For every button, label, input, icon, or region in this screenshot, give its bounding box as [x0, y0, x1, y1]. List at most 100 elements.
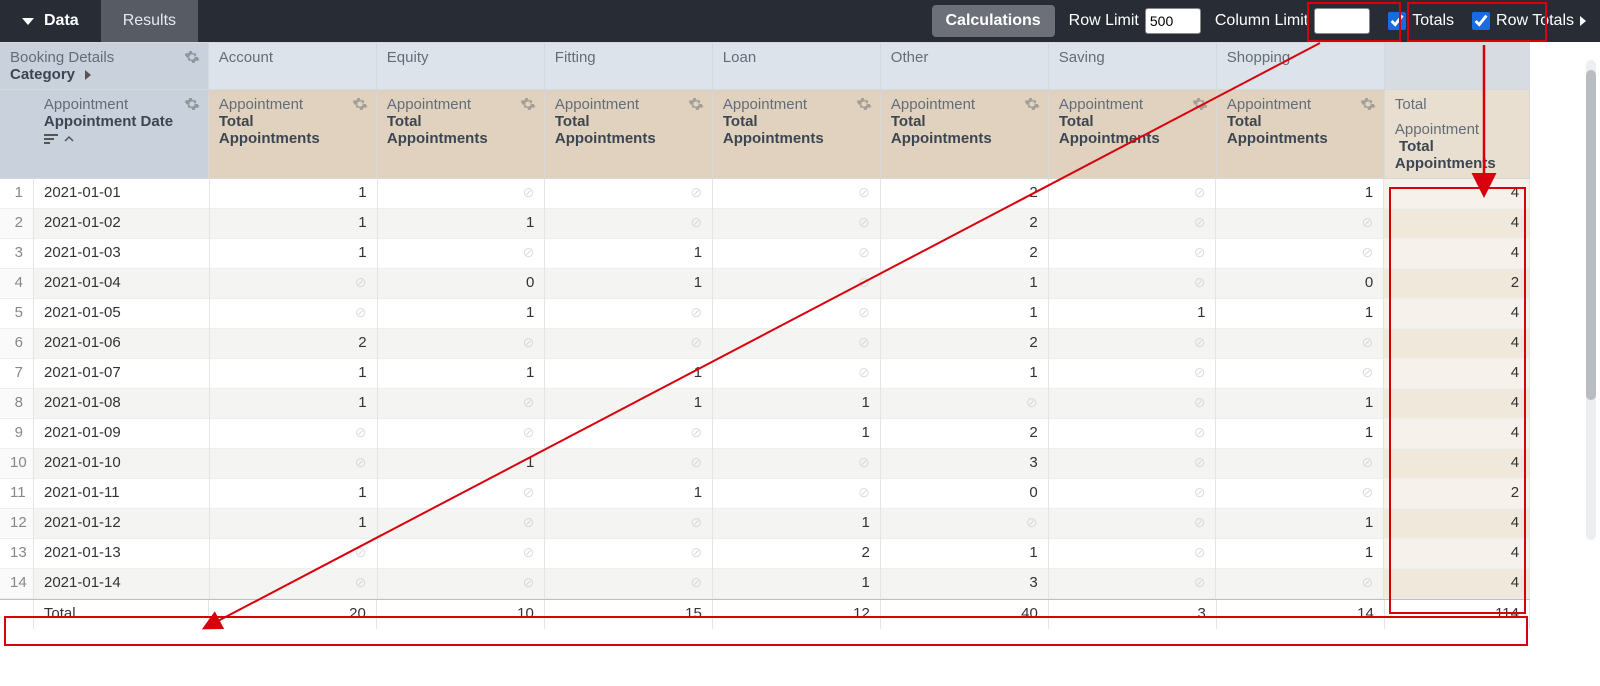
gear-icon[interactable]	[856, 96, 872, 112]
cell-null[interactable]: ⊘	[545, 569, 713, 599]
cell-null[interactable]: ⊘	[545, 299, 713, 329]
cell-null[interactable]: ⊘	[713, 269, 881, 299]
cell-date[interactable]: 2021-01-11	[34, 479, 210, 509]
cell-null[interactable]: ⊘	[713, 299, 881, 329]
cell-value[interactable]: 1	[1216, 179, 1384, 209]
cell-null[interactable]: ⊘	[210, 299, 378, 329]
cell-null[interactable]: ⊘	[1216, 479, 1384, 509]
totals-checkbox[interactable]	[1388, 12, 1406, 30]
cell-null[interactable]: ⊘	[378, 509, 546, 539]
cell-date[interactable]: 2021-01-08	[34, 389, 210, 419]
cell-value[interactable]: 1	[881, 269, 1049, 299]
dimension-group-header[interactable]: Booking Details Category	[0, 43, 209, 90]
cell-null[interactable]: ⊘	[713, 209, 881, 239]
cell-row-total[interactable]: 4	[1384, 179, 1530, 209]
cell-value[interactable]: 1	[210, 479, 378, 509]
cell-null[interactable]: ⊘	[378, 329, 546, 359]
cell-value[interactable]: 3	[881, 569, 1049, 599]
cell-null[interactable]: ⊘	[881, 389, 1049, 419]
cell-value[interactable]: 1	[210, 239, 378, 269]
cell-null[interactable]: ⊘	[210, 539, 378, 569]
gear-icon[interactable]	[1360, 96, 1376, 112]
gear-icon[interactable]	[184, 49, 200, 65]
cell-row-total[interactable]: 4	[1384, 569, 1530, 599]
cell-null[interactable]: ⊘	[1049, 389, 1217, 419]
gear-icon[interactable]	[688, 96, 704, 112]
cell-null[interactable]: ⊘	[545, 329, 713, 359]
cell-value[interactable]: 2	[881, 419, 1049, 449]
cell-value[interactable]: 1	[545, 239, 713, 269]
cell-null[interactable]: ⊘	[545, 539, 713, 569]
cell-null[interactable]: ⊘	[1216, 209, 1384, 239]
cell-row-total[interactable]: 4	[1384, 359, 1530, 389]
cell-value[interactable]: 0	[881, 479, 1049, 509]
cell-null[interactable]: ⊘	[210, 569, 378, 599]
cell-null[interactable]: ⊘	[378, 419, 546, 449]
cell-null[interactable]: ⊘	[378, 389, 546, 419]
measure-header[interactable]: AppointmentTotalAppointments	[545, 90, 713, 179]
cell-date[interactable]: 2021-01-10	[34, 449, 210, 479]
cell-value[interactable]: 0	[378, 269, 546, 299]
cell-null[interactable]: ⊘	[1049, 209, 1217, 239]
sort-indicator[interactable]	[44, 134, 198, 144]
cell-value[interactable]: 1	[881, 539, 1049, 569]
cell-null[interactable]: ⊘	[1049, 359, 1217, 389]
cell-date[interactable]: 2021-01-14	[34, 569, 210, 599]
cell-null[interactable]: ⊘	[1049, 509, 1217, 539]
cell-row-total[interactable]: 4	[1384, 329, 1530, 359]
cell-null[interactable]: ⊘	[1049, 269, 1217, 299]
cell-null[interactable]: ⊘	[713, 179, 881, 209]
cell-date[interactable]: 2021-01-05	[34, 299, 210, 329]
scrollbar-thumb[interactable]	[1586, 70, 1596, 400]
pivot-header-account[interactable]: Account	[209, 43, 377, 90]
cell-value[interactable]: 1	[1216, 389, 1384, 419]
cell-null[interactable]: ⊘	[1049, 329, 1217, 359]
cell-value[interactable]: 1	[210, 509, 378, 539]
cell-null[interactable]: ⊘	[545, 419, 713, 449]
measure-header[interactable]: AppointmentTotalAppointments	[881, 90, 1049, 179]
cell-value[interactable]: 1	[210, 209, 378, 239]
cell-null[interactable]: ⊘	[713, 239, 881, 269]
cell-null[interactable]: ⊘	[1049, 179, 1217, 209]
cell-value[interactable]: 1	[1049, 299, 1217, 329]
cell-null[interactable]: ⊘	[1216, 329, 1384, 359]
cell-null[interactable]: ⊘	[1216, 359, 1384, 389]
measure-header[interactable]: AppointmentTotalAppointments	[1217, 90, 1385, 179]
tab-results[interactable]: Results	[101, 0, 198, 42]
gear-icon[interactable]	[184, 96, 200, 112]
cell-row-total[interactable]: 4	[1384, 299, 1530, 329]
cell-date[interactable]: 2021-01-12	[34, 509, 210, 539]
cell-value[interactable]: 2	[881, 209, 1049, 239]
cell-value[interactable]: 1	[545, 479, 713, 509]
cell-value[interactable]: 2	[881, 329, 1049, 359]
pivot-header-other[interactable]: Other	[881, 43, 1049, 90]
cell-date[interactable]: 2021-01-06	[34, 329, 210, 359]
cell-value[interactable]: 2	[881, 179, 1049, 209]
cell-value[interactable]: 1	[545, 269, 713, 299]
cell-null[interactable]: ⊘	[378, 239, 546, 269]
cell-null[interactable]: ⊘	[378, 569, 546, 599]
row-totals-checkbox[interactable]	[1472, 12, 1490, 30]
cell-null[interactable]: ⊘	[713, 449, 881, 479]
cell-null[interactable]: ⊘	[1049, 239, 1217, 269]
cell-null[interactable]: ⊘	[1216, 449, 1384, 479]
cell-value[interactable]: 1	[881, 359, 1049, 389]
cell-null[interactable]: ⊘	[713, 359, 881, 389]
cell-null[interactable]: ⊘	[378, 179, 546, 209]
cell-value[interactable]: 1	[378, 209, 546, 239]
cell-null[interactable]: ⊘	[545, 179, 713, 209]
cell-null[interactable]: ⊘	[378, 539, 546, 569]
column-limit-input[interactable]	[1314, 8, 1370, 34]
cell-row-total[interactable]: 2	[1384, 479, 1530, 509]
cell-row-total[interactable]: 4	[1384, 539, 1530, 569]
cell-value[interactable]: 3	[881, 449, 1049, 479]
cell-null[interactable]: ⊘	[378, 479, 546, 509]
cell-value[interactable]: 1	[545, 359, 713, 389]
cell-date[interactable]: 2021-01-02	[34, 209, 210, 239]
cell-value[interactable]: 1	[713, 419, 881, 449]
cell-null[interactable]: ⊘	[1049, 449, 1217, 479]
cell-null[interactable]: ⊘	[1216, 569, 1384, 599]
cell-value[interactable]: 1	[713, 509, 881, 539]
cell-null[interactable]: ⊘	[210, 269, 378, 299]
measure-header[interactable]: AppointmentTotalAppointments	[713, 90, 881, 179]
